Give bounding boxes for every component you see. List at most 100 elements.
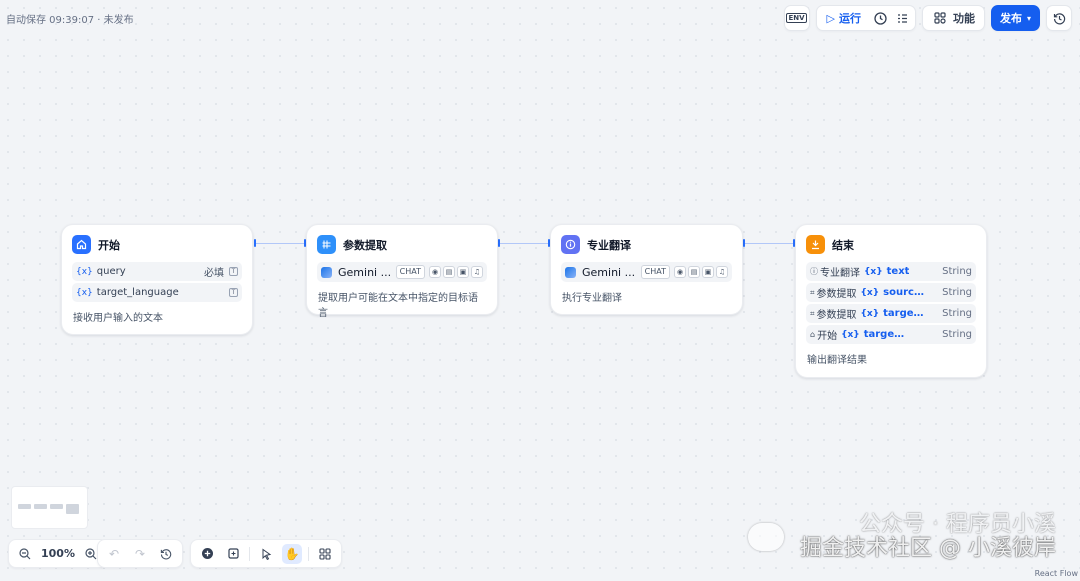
pointer-icon[interactable] bbox=[256, 544, 276, 564]
add-note-icon[interactable] bbox=[223, 544, 243, 564]
start-variable-row[interactable]: {x} query 必填 T bbox=[72, 262, 242, 281]
canvas-tools: ✋ bbox=[190, 539, 342, 568]
model-row[interactable]: Gemini ... CHAT ◉ ▤ ▣ ♫ bbox=[317, 262, 487, 282]
vision-icon: ◉ bbox=[674, 266, 686, 278]
history-icon bbox=[1051, 10, 1067, 26]
output-source: 专业翻译 bbox=[820, 268, 860, 279]
start-variable-row[interactable]: {x} target_language T bbox=[72, 283, 242, 302]
edge-translate-end bbox=[745, 243, 795, 244]
minimap-node bbox=[18, 504, 31, 509]
checklist-icon[interactable] bbox=[873, 10, 889, 26]
output-variable: target... bbox=[863, 329, 908, 340]
output-variable: text bbox=[886, 266, 910, 277]
handle-start-out[interactable] bbox=[254, 239, 256, 247]
node-translate[interactable]: 专业翻译 Gemini ... CHAT ◉ ▤ ▣ ♫ 执行专业翻译 bbox=[550, 224, 743, 315]
watermark: 公众号 · 程序员小溪 掘金技术社区 @ 小溪彼岸 bbox=[748, 512, 1056, 561]
edge-start-param bbox=[256, 243, 306, 244]
output-row[interactable]: ⌗ 参数提取 {x} target... String bbox=[806, 304, 976, 323]
zoom-out-icon[interactable] bbox=[15, 544, 35, 564]
redo-icon[interactable]: ↷ bbox=[130, 544, 150, 564]
variable-icon: {x} bbox=[864, 267, 883, 277]
zoom-level[interactable]: 100% bbox=[41, 547, 75, 560]
output-source: 参数提取 bbox=[816, 310, 857, 321]
gemini-icon bbox=[565, 266, 576, 278]
node-parameter-extractor[interactable]: 参数提取 Gemini ... CHAT ◉ ▤ ▣ ♫ 提取用户可能在文本中指… bbox=[306, 224, 498, 319]
output-source: 开始 bbox=[817, 331, 838, 342]
handle-param-out[interactable] bbox=[498, 239, 500, 247]
features-label: 功能 bbox=[952, 12, 975, 25]
param-icon: ⌗ bbox=[810, 287, 815, 297]
node-description: 提取用户可能在文本中指定的目标语言 bbox=[318, 293, 478, 319]
organize-icon[interactable] bbox=[315, 544, 335, 564]
handle-translate-out[interactable] bbox=[743, 239, 745, 247]
zoom-controls: 100% bbox=[8, 539, 108, 568]
audio-icon: ♫ bbox=[471, 266, 483, 278]
history-button[interactable] bbox=[1046, 5, 1072, 31]
run-button[interactable]: ▷ 运行 bbox=[821, 8, 867, 28]
home-icon: ⌂ bbox=[810, 330, 816, 339]
output-type: String bbox=[942, 266, 972, 277]
info-icon bbox=[561, 235, 580, 254]
info-icon: ⓘ bbox=[810, 267, 818, 276]
variable-name: target_language bbox=[96, 287, 179, 298]
node-title: 专业翻译 bbox=[587, 238, 631, 252]
param-extractor-icon bbox=[317, 235, 336, 254]
end-icon bbox=[806, 235, 825, 254]
list-check-icon[interactable] bbox=[895, 10, 911, 26]
node-end[interactable]: 结束 ⓘ 专业翻译 {x} text String ⌗ 参数提取 {x} source.… bbox=[795, 224, 987, 378]
output-type: String bbox=[942, 287, 972, 298]
node-title: 开始 bbox=[98, 238, 120, 252]
features-icon bbox=[932, 10, 948, 26]
text-type-icon: T bbox=[229, 267, 238, 276]
minimap-node bbox=[66, 504, 79, 514]
video-icon: ▣ bbox=[457, 266, 469, 278]
node-title: 参数提取 bbox=[343, 238, 387, 252]
watermark-line1: 公众号 · 程序员小溪 bbox=[859, 512, 1056, 537]
param-icon: ⌗ bbox=[810, 308, 815, 318]
model-name: Gemini ... bbox=[582, 265, 636, 279]
variable-icon: {x} bbox=[860, 288, 880, 298]
features-button[interactable]: 功能 bbox=[921, 5, 985, 31]
output-row[interactable]: ⌗参数提取 {x}source... String bbox=[806, 283, 976, 302]
gemini-icon bbox=[321, 266, 332, 278]
divider bbox=[308, 546, 309, 561]
output-source: 参数提取 bbox=[816, 289, 857, 300]
node-title: 结束 bbox=[832, 238, 854, 252]
publish-button[interactable]: 发布 ▾ bbox=[990, 5, 1040, 31]
audio-icon: ♫ bbox=[716, 266, 728, 278]
edge-param-translate bbox=[500, 243, 550, 244]
minimap[interactable] bbox=[11, 486, 88, 529]
hand-icon[interactable]: ✋ bbox=[282, 543, 302, 564]
minimap-node bbox=[34, 504, 47, 509]
home-icon bbox=[72, 235, 91, 254]
node-start[interactable]: 开始 {x} query 必填 T {x} target_language T … bbox=[61, 224, 253, 335]
output-type: String bbox=[942, 308, 972, 319]
variable-icon: {x} bbox=[76, 266, 93, 277]
publish-label: 发布 bbox=[999, 12, 1022, 25]
run-label: 运行 bbox=[838, 12, 861, 25]
env-button[interactable]: ENV bbox=[783, 5, 810, 31]
history-icon[interactable] bbox=[156, 544, 176, 564]
history-controls: ↶ ↷ bbox=[97, 539, 183, 568]
variable-icon: {x} bbox=[841, 330, 860, 340]
output-row[interactable]: ⓘ 专业翻译 {x} text String bbox=[806, 262, 976, 281]
divider bbox=[249, 546, 250, 561]
variable-icon: {x} bbox=[76, 287, 93, 298]
output-variable: target... bbox=[883, 308, 927, 319]
variable-icon: {x} bbox=[860, 309, 880, 319]
add-node-icon[interactable] bbox=[197, 544, 217, 564]
node-description: 输出翻译结果 bbox=[807, 355, 867, 366]
chevron-down-icon: ▾ bbox=[1026, 13, 1031, 23]
env-icon: ENV bbox=[786, 13, 807, 23]
model-row[interactable]: Gemini ... CHAT ◉ ▤ ▣ ♫ bbox=[561, 262, 732, 282]
required-label: 必填 bbox=[204, 268, 224, 279]
output-row[interactable]: ⌂ 开始 {x} target... String bbox=[806, 325, 976, 344]
undo-icon[interactable]: ↶ bbox=[104, 544, 124, 564]
variable-name: query bbox=[96, 266, 126, 277]
autosave-status: 自动保存 09:39:07 · 未发布 bbox=[6, 15, 134, 26]
watermark-line2: 掘金技术社区 @ 小溪彼岸 bbox=[800, 536, 1056, 561]
node-description: 接收用户输入的文本 bbox=[73, 313, 163, 324]
react-flow-attribution[interactable]: React Flow bbox=[1035, 569, 1078, 578]
wechat-logo-icon bbox=[748, 523, 784, 551]
vision-icon: ◉ bbox=[429, 266, 441, 278]
